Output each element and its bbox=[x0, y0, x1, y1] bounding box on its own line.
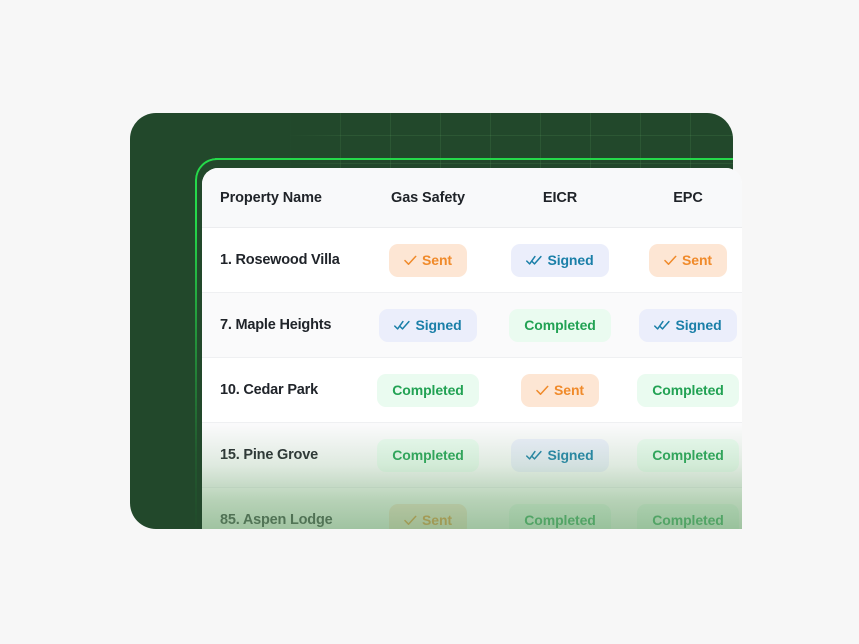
double-check-icon bbox=[526, 255, 543, 265]
column-header-label: Gas Safety bbox=[391, 189, 465, 206]
status-badge-label: Sent bbox=[422, 252, 452, 268]
cell-epc: Signed bbox=[624, 308, 742, 342]
cell-property-name: 7. Maple Heights bbox=[202, 316, 360, 334]
status-badge-label: Completed bbox=[652, 382, 724, 398]
status-badge-epc[interactable]: Completed bbox=[637, 438, 739, 472]
status-badge-label: Signed bbox=[415, 317, 462, 333]
cell-gas-safety: Sent bbox=[360, 243, 496, 277]
status-badge-label: Signed bbox=[675, 317, 722, 333]
status-badge-label: Signed bbox=[547, 252, 594, 268]
double-check-icon bbox=[654, 320, 671, 330]
cell-epc: Completed bbox=[624, 438, 742, 472]
cell-property-name: 1. Rosewood Villa bbox=[202, 251, 360, 269]
table-row[interactable]: 15. Pine Grove Completed Signed Completed bbox=[202, 423, 742, 488]
status-badge-epc[interactable]: Sent bbox=[649, 243, 727, 277]
column-header-label: EPC bbox=[673, 189, 703, 206]
status-badge-epc[interactable]: Signed bbox=[639, 308, 737, 342]
cell-epc: Completed bbox=[624, 373, 742, 407]
column-header-epc: EPC bbox=[624, 190, 742, 206]
status-badge-label: Signed bbox=[547, 447, 594, 463]
status-badge-label: Completed bbox=[652, 447, 724, 463]
property-name-label: 85. Aspen Lodge bbox=[220, 512, 333, 528]
property-name-label: 1. Rosewood Villa bbox=[220, 252, 340, 268]
status-badge-eicr[interactable]: Sent bbox=[521, 373, 599, 407]
status-badge-epc[interactable]: Completed bbox=[637, 373, 739, 407]
status-badge-gas-safety[interactable]: Completed bbox=[377, 373, 479, 407]
status-badge-gas-safety[interactable]: Completed bbox=[377, 438, 479, 472]
column-header-label: Property Name bbox=[220, 189, 322, 206]
status-badge-eicr[interactable]: Signed bbox=[511, 243, 609, 277]
status-badge-gas-safety[interactable]: Sent bbox=[389, 243, 467, 277]
status-badge-label: Completed bbox=[392, 382, 464, 398]
double-check-icon bbox=[394, 320, 411, 330]
table-row[interactable]: 7. Maple Heights Signed Completed Signed bbox=[202, 293, 742, 358]
table-body: 1. Rosewood Villa Sent Signed Sent 7. Maple … bbox=[202, 228, 742, 543]
check-icon bbox=[404, 515, 417, 525]
cell-property-name: 15. Pine Grove bbox=[202, 446, 360, 464]
compliance-table-card: Property Name Gas Safety EICR EPC 1. Ros… bbox=[202, 168, 742, 543]
cell-property-name: 85. Aspen Lodge bbox=[202, 511, 360, 529]
column-header-gas-safety: Gas Safety bbox=[360, 190, 496, 206]
property-name-label: 7. Maple Heights bbox=[220, 317, 332, 333]
table-row[interactable]: 1. Rosewood Villa Sent Signed Sent bbox=[202, 228, 742, 293]
cell-gas-safety: Completed bbox=[360, 438, 496, 472]
cell-gas-safety: Signed bbox=[360, 308, 496, 342]
status-badge-label: Completed bbox=[392, 447, 464, 463]
column-header-property-name: Property Name bbox=[202, 189, 360, 207]
cell-eicr: Signed bbox=[496, 243, 624, 277]
table-row[interactable]: 10. Cedar Park Completed Sent Completed bbox=[202, 358, 742, 423]
status-badge-label: Completed bbox=[652, 512, 724, 528]
column-header-eicr: EICR bbox=[496, 190, 624, 206]
cell-eicr: Sent bbox=[496, 373, 624, 407]
cell-eicr: Signed bbox=[496, 438, 624, 472]
table-header-row: Property Name Gas Safety EICR EPC bbox=[202, 168, 742, 228]
status-badge-label: Sent bbox=[554, 382, 584, 398]
status-badge-label: Sent bbox=[682, 252, 712, 268]
property-name-label: 15. Pine Grove bbox=[220, 447, 318, 463]
property-name-label: 10. Cedar Park bbox=[220, 382, 318, 398]
cell-epc: Sent bbox=[624, 243, 742, 277]
cell-property-name: 10. Cedar Park bbox=[202, 381, 360, 399]
cell-eicr: Completed bbox=[496, 308, 624, 342]
column-header-label: EICR bbox=[542, 189, 578, 206]
page-bottom-mask bbox=[0, 529, 859, 644]
check-icon bbox=[664, 255, 677, 265]
check-icon bbox=[404, 255, 417, 265]
status-badge-eicr[interactable]: Signed bbox=[511, 438, 609, 472]
double-check-icon bbox=[526, 450, 543, 460]
green-accent-top-line bbox=[215, 158, 733, 160]
check-icon bbox=[536, 385, 549, 395]
status-badge-label: Completed bbox=[524, 317, 596, 333]
status-badge-gas-safety[interactable]: Signed bbox=[379, 308, 477, 342]
status-badge-label: Completed bbox=[524, 512, 596, 528]
cell-gas-safety: Completed bbox=[360, 373, 496, 407]
status-badge-label: Sent bbox=[422, 512, 452, 528]
status-badge-eicr[interactable]: Completed bbox=[509, 308, 611, 342]
